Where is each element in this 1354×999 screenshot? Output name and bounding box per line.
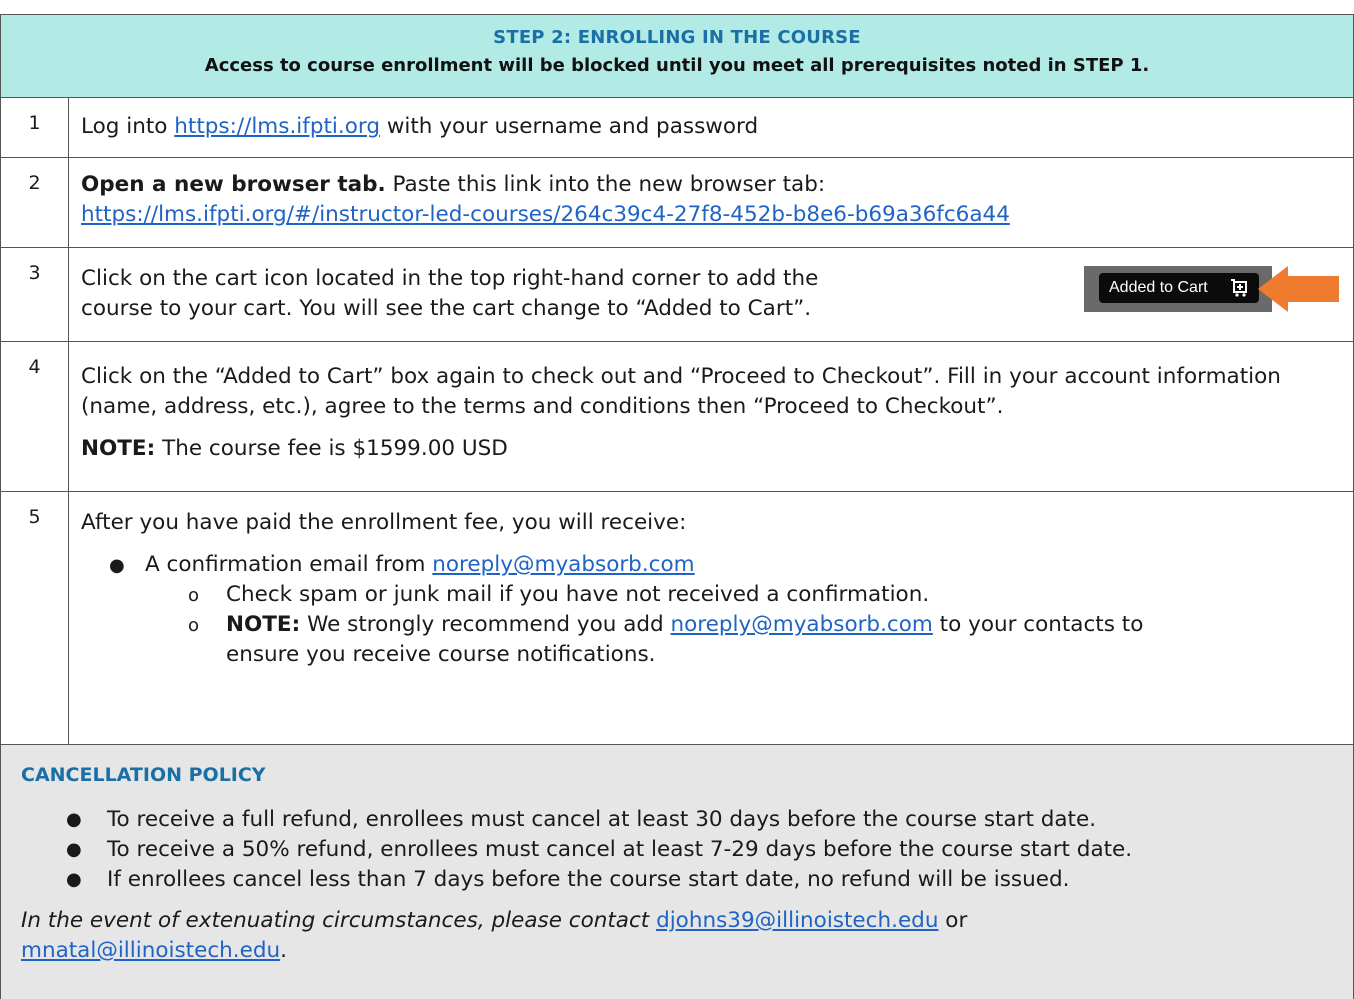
- course-link[interactable]: https://lms.ifpti.org/#/instructor-led-c…: [81, 202, 1010, 227]
- pointer-arrow-icon: [1258, 266, 1288, 312]
- step-row: 3 Click on the cart icon located in the …: [0, 248, 1354, 342]
- cancellation-policy: CANCELLATION POLICY ● To receive a full r…: [0, 745, 1354, 999]
- cart-screenshot: Added to Cart: [1084, 266, 1272, 312]
- contact-text: In the event of extenuating circumstance…: [21, 908, 657, 933]
- bullet-icon: ●: [66, 839, 82, 860]
- list-item: ● To receive a 50% refund, enrollees must…: [66, 835, 1133, 865]
- step-header: STEP 2: ENROLLING IN THE COURSE Access t…: [0, 14, 1354, 98]
- bullet-icon: ●: [66, 869, 82, 890]
- sub-bullet-text: ensure you receive course notifications.: [226, 642, 656, 667]
- contact-note: In the event of extenuating circumstance…: [21, 906, 1321, 966]
- step-text: After you have paid the enrollment fee, …: [81, 510, 687, 535]
- step-content: Click on the cart icon located in the to…: [81, 264, 1053, 324]
- bullet-list: ● A confirmation email from noreply@myab…: [81, 550, 1333, 670]
- step-row: 1 Log into https://lms.ifpti.org with yo…: [0, 98, 1354, 158]
- step-content: Open a new browser tab. Paste this link …: [81, 170, 1333, 230]
- pointer-arrow-shaft: [1286, 276, 1339, 302]
- bullet-icon: ●: [66, 809, 82, 830]
- step-number: 5: [1, 492, 69, 744]
- step-row: 5 After you have paid the enrollment fee…: [0, 492, 1354, 745]
- note-text: The course fee is $1599.00 USD: [155, 436, 508, 461]
- sub-bullet-text: to your contacts to: [932, 612, 1144, 637]
- step-subtitle: Access to course enrollment will be bloc…: [204, 55, 1150, 76]
- policy-text: To receive a full refund, enrollees must…: [107, 807, 1097, 832]
- step-row: 2 Open a new browser tab. Paste this lin…: [0, 158, 1354, 248]
- contact-or: or: [938, 908, 968, 933]
- step-title: STEP 2: ENROLLING IN THE COURSE: [493, 27, 861, 48]
- document-page: STEP 2: ENROLLING IN THE COURSE Access t…: [0, 0, 1354, 999]
- step-text: course to your cart. You will see the ca…: [81, 296, 812, 321]
- step-bold-text: Open a new browser tab.: [81, 172, 386, 197]
- email-link[interactable]: mnatal@illinoistech.edu: [21, 938, 280, 963]
- lms-link[interactable]: https://lms.ifpti.org: [174, 114, 380, 139]
- step-text: Click on the “Added to Cart” box again t…: [81, 364, 1281, 419]
- policy-text: To receive a 50% refund, enrollees must …: [107, 837, 1133, 862]
- email-link[interactable]: djohns39@illinoistech.edu: [656, 908, 938, 933]
- step-text: with your username and password: [379, 114, 759, 139]
- bullet-icon: ●: [109, 555, 125, 576]
- cancellation-title: CANCELLATION POLICY: [21, 764, 266, 786]
- sub-bullet-icon: o: [188, 615, 200, 636]
- list-item: o NOTE: We strongly recommend you add no…: [81, 610, 1333, 670]
- list-item: ● If enrollees cancel less than 7 days be…: [66, 865, 1070, 895]
- step-text: Click on the cart icon located in the to…: [81, 266, 819, 291]
- bullet-text: A confirmation email from: [145, 552, 433, 577]
- step-number: 1: [1, 98, 69, 157]
- step-number: 2: [1, 158, 69, 247]
- step-text: Paste this link into the new browser tab…: [385, 172, 826, 197]
- sub-bullet-text: We strongly recommend you add: [300, 612, 671, 637]
- step-content: After you have paid the enrollment fee, …: [81, 508, 1333, 670]
- sub-bullet-text: Check spam or junk mail if you have not …: [226, 582, 930, 607]
- cart-button-label: Added to Cart: [1109, 279, 1208, 296]
- step-number: 4: [1, 342, 69, 491]
- step-content: Click on the “Added to Cart” box again t…: [81, 362, 1333, 464]
- list-item: ● A confirmation email from noreply@myab…: [81, 550, 1333, 580]
- step-row: 4 Click on the “Added to Cart” box again…: [0, 342, 1354, 492]
- email-link[interactable]: noreply@myabsorb.com: [432, 552, 694, 577]
- policy-text: If enrollees cancel less than 7 days bef…: [107, 867, 1070, 892]
- list-item: o Check spam or junk mail if you have no…: [81, 580, 1333, 610]
- step-content: Log into https://lms.ifpti.org with your…: [81, 112, 1333, 142]
- cart-icon: [1231, 277, 1249, 303]
- contact-end: .: [280, 938, 287, 963]
- step-number: 3: [1, 248, 69, 341]
- added-to-cart-button: Added to Cart: [1099, 273, 1259, 303]
- step-text: Log into: [81, 114, 175, 139]
- list-item: ● To receive a full refund, enrollees mus…: [66, 805, 1097, 835]
- sub-bullet-icon: o: [188, 585, 200, 606]
- note-label: NOTE:: [226, 612, 301, 637]
- note-label: NOTE:: [81, 436, 156, 461]
- email-link[interactable]: noreply@myabsorb.com: [671, 612, 933, 637]
